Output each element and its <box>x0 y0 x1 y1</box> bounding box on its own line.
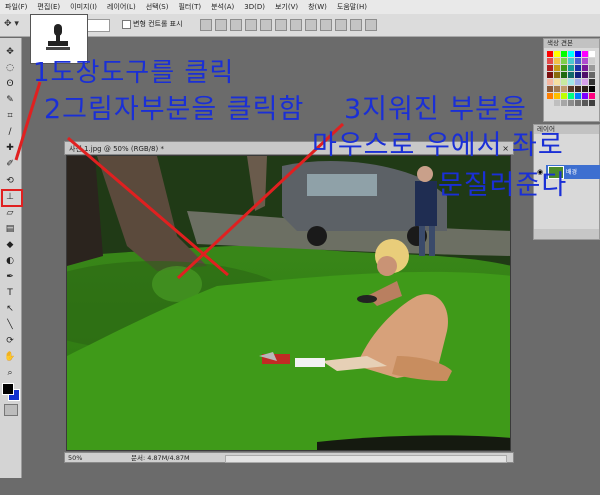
annotation-step1: 1도장도구를 클릭 <box>33 58 235 88</box>
annotation-step3-line2: 마우스로 우에서 좌로 <box>312 130 564 161</box>
annotation-step3-line3: 문질러준다 <box>438 170 568 201</box>
arrow-line-step1 <box>14 81 42 161</box>
annotation-step3-line1: 3지워진 부분을 <box>344 94 527 125</box>
annotation-step2: 2그림자부분을 클릭함 <box>44 94 305 125</box>
